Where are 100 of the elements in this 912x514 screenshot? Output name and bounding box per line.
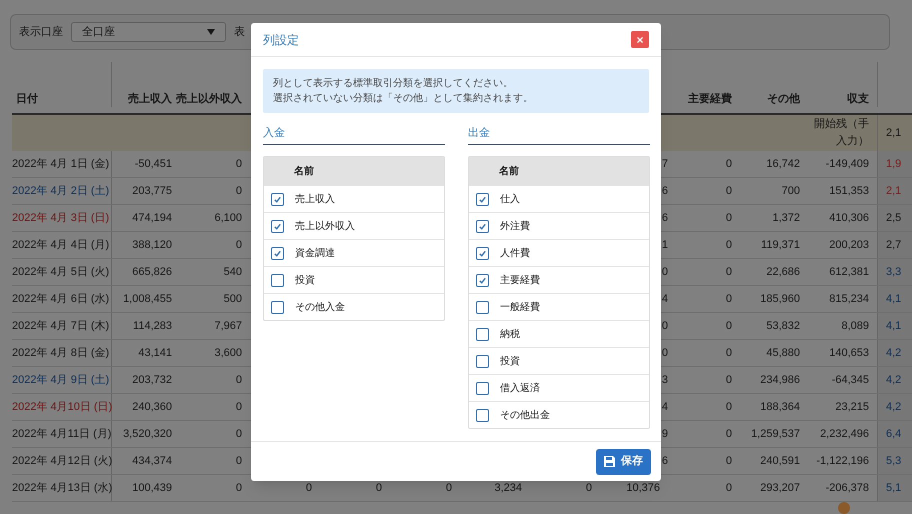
checkbox[interactable] — [271, 246, 284, 260]
category-label: 人件費 — [500, 246, 530, 260]
account-select[interactable]: 全口座 — [71, 22, 226, 42]
table-cell-text: 売上収入 — [128, 92, 172, 106]
category-label: 借入返済 — [500, 382, 540, 396]
table-cell-text: 815,234 — [829, 292, 869, 307]
date-cell-text: 2022年 4月13日 (水) — [12, 480, 112, 496]
checkbox[interactable] — [476, 300, 489, 314]
table-cell-text: 500 — [224, 292, 242, 307]
caret-icon — [207, 29, 215, 35]
category-label: 主要経費 — [500, 274, 540, 288]
table-cell-text: 4,1 — [886, 292, 902, 307]
checkbox[interactable] — [476, 354, 489, 368]
table-cell-text: 7,967 — [214, 318, 242, 334]
table-cell-text: その他 — [767, 92, 800, 106]
date-cell-text: 2022年 4月 4日 (月) — [12, 238, 110, 253]
table-cell-text: 0 — [376, 480, 382, 496]
checkbox[interactable] — [476, 246, 489, 260]
table-cell-text: 43,141 — [138, 346, 172, 361]
table-cell-text: 100,439 — [132, 480, 172, 496]
checkbox[interactable] — [271, 300, 284, 314]
table-cell-text: 2,7 — [886, 238, 902, 253]
category-label: その他出金 — [500, 408, 550, 422]
table-cell-text: 0 — [726, 400, 732, 415]
checkbox[interactable] — [476, 382, 489, 394]
checkbox[interactable] — [476, 192, 489, 206]
save-icon — [604, 456, 615, 467]
table-cell-text: 474,194 — [132, 210, 172, 226]
table-cell-text: 6,100 — [214, 210, 242, 226]
category-label: 売上収入 — [295, 192, 335, 206]
save-button[interactable]: 保存 — [596, 448, 651, 474]
table-cell-text: 0 — [726, 346, 732, 361]
table-cell-text: 0 — [726, 264, 732, 280]
checkbox[interactable] — [271, 220, 284, 232]
date-cell-text: 2022年 4月 6日 (水) — [12, 292, 110, 307]
column-header: 日付 — [16, 92, 38, 106]
table-cell-text: -206,378 — [826, 480, 869, 496]
table-cell-text: 0 — [236, 426, 242, 442]
table-cell-text: 200,203 — [829, 238, 869, 253]
dialog-title: 列設定 — [263, 32, 299, 48]
table-cell-text: 0 — [726, 238, 732, 253]
table-cell-text: 3,600 — [214, 346, 242, 361]
column-header: 名前 — [499, 164, 519, 178]
checkbox[interactable] — [271, 192, 284, 206]
table-cell-text: 0 — [726, 156, 732, 172]
table-cell-text: 8,089 — [841, 318, 869, 334]
account-label: 表示口座 — [19, 24, 63, 40]
check-icon — [478, 276, 487, 284]
table-cell-text: 0 — [306, 480, 312, 496]
table-cell-text: 540 — [224, 264, 242, 280]
table-cell-text: 2,5 — [886, 210, 902, 226]
table-cell-text: 1,008,455 — [123, 292, 172, 307]
category-label: 仕入 — [500, 192, 520, 206]
table-cell-text: 410,306 — [829, 210, 869, 226]
section-heading: 入金 — [263, 127, 285, 139]
checkbox[interactable] — [271, 274, 284, 286]
category-label: 投資 — [295, 274, 315, 288]
checkbox[interactable] — [476, 274, 489, 286]
table-cell-text: 3 — [662, 372, 668, 388]
section-heading: 出金 — [468, 127, 490, 139]
table-cell-text: 4 — [662, 400, 668, 415]
info-message: 列として表示する標準取引分類を選択してください。 選択されていない分類は「その他」として集約されます。 — [263, 69, 649, 113]
table-cell-text: 3,234 — [494, 480, 522, 496]
table-cell-text: 16,742 — [766, 156, 800, 172]
close-button[interactable]: × — [631, 31, 649, 48]
date-cell-text: 2022年 4月 8日 (金) — [12, 346, 110, 361]
category-label: その他入金 — [295, 300, 345, 314]
table-cell-text: 3,3 — [886, 264, 902, 280]
column-header: 名前 — [294, 164, 314, 178]
table-cell-text: 4,2 — [886, 372, 902, 388]
table-cell-text: 4,2 — [886, 400, 902, 415]
table-cell-text: 主要経費 — [688, 92, 732, 106]
opening-balance-label: 開始残（手入力） — [813, 117, 869, 149]
category-label: 一般経費 — [500, 300, 540, 314]
table-cell-text: -149,409 — [826, 156, 869, 172]
table-cell-text: 0 — [236, 184, 242, 199]
table-cell-text: 0 — [726, 372, 732, 388]
table-cell-text: 700 — [782, 184, 800, 199]
table-cell-text: 1 — [662, 238, 668, 253]
table-cell-text: 0 — [236, 454, 242, 469]
check-icon — [478, 248, 487, 258]
table-cell-text: 0 — [662, 264, 668, 280]
table-cell-text: 0 — [726, 318, 732, 334]
category-label: 資金調達 — [295, 246, 335, 260]
table-cell-text: 2,1 — [886, 126, 902, 141]
checkbox[interactable] — [476, 328, 489, 340]
table-cell-text: 1,9 — [886, 156, 902, 172]
table-cell-text: 4,2 — [886, 346, 902, 361]
table-cell-text: 0 — [446, 480, 452, 496]
table-cell-text: 5,3 — [886, 454, 902, 469]
checkbox[interactable] — [476, 408, 489, 422]
table-cell-text: 0 — [236, 238, 242, 253]
table-cell-text: 9 — [662, 426, 668, 442]
checkbox[interactable] — [476, 220, 489, 232]
table-cell-text: 0 — [726, 454, 732, 469]
table-cell-text: 234,986 — [760, 372, 800, 388]
table-cell-text: 2,1 — [886, 184, 902, 199]
table-cell-text: 6 — [662, 454, 668, 469]
table-cell-text: 612,381 — [829, 264, 869, 280]
table-cell-text: 0 — [726, 210, 732, 226]
